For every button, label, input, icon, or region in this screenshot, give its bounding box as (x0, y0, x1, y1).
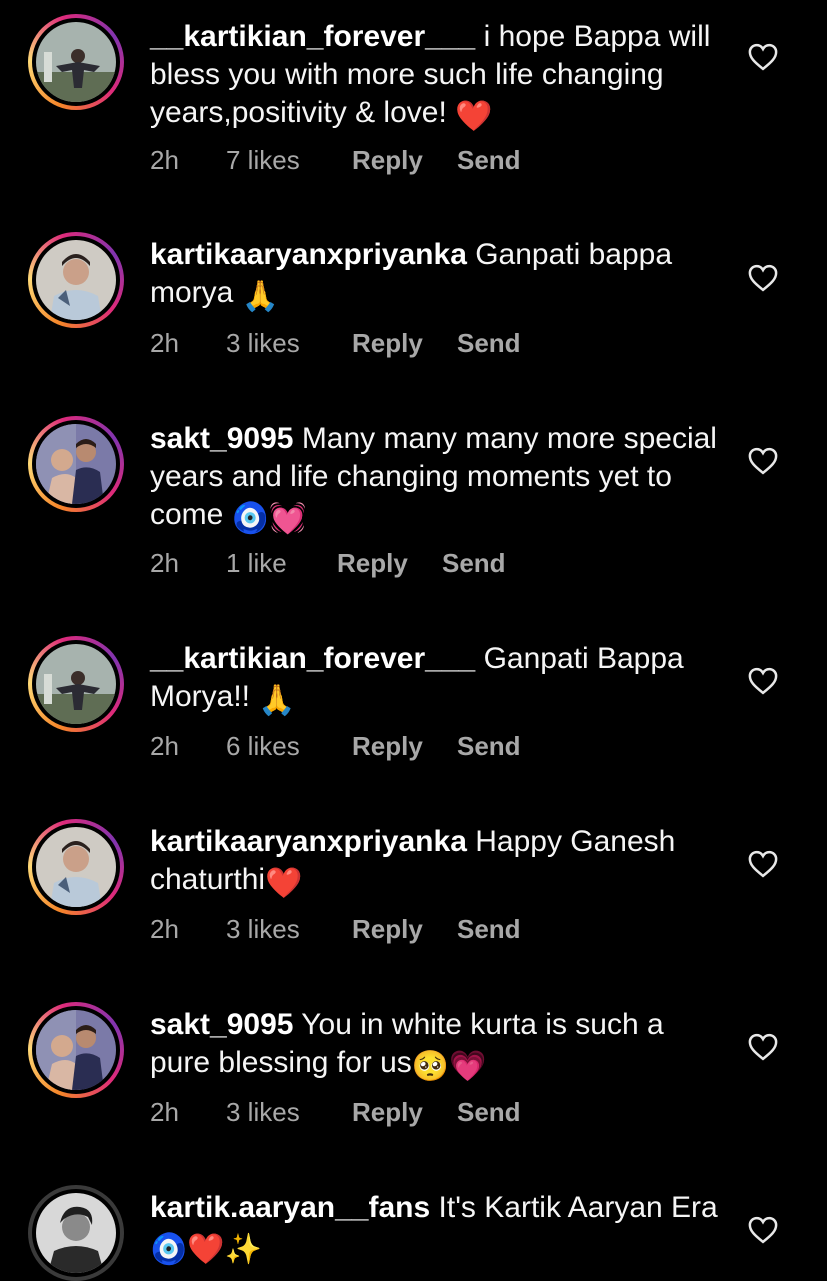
comment-time: 2h (150, 1097, 179, 1127)
comment-username[interactable]: __kartikian_forever___ (150, 642, 475, 675)
send-button[interactable]: Send (457, 731, 521, 762)
comment-emoji: 🙏 (241, 280, 280, 313)
comment-username[interactable]: kartikaaryanxpriyanka (150, 238, 467, 271)
avatar[interactable] (36, 1193, 116, 1273)
heart-outline-icon[interactable] (748, 850, 778, 878)
comment-meta: 2h 7 likes Reply Send (150, 145, 521, 176)
comment-body: kartikaaryanxpriyanka Happy Ganesh chatu… (150, 823, 730, 903)
comment-time: 2h (150, 731, 179, 761)
comment-username[interactable]: kartik.aaryan__fans (150, 1191, 430, 1224)
avatar[interactable] (36, 22, 116, 102)
avatar[interactable] (36, 240, 116, 320)
avatar[interactable] (36, 644, 116, 724)
comment-body: __kartikian_forever___ Ganpati Bappa Mor… (150, 640, 730, 720)
comment-meta: 2h 1 like Reply Send (150, 548, 506, 579)
comment-body: __kartikian_forever___ i hope Bappa will… (150, 18, 730, 136)
heart-outline-icon[interactable] (748, 43, 778, 71)
comment-text: It's Kartik Aaryan Era (438, 1191, 718, 1224)
comment-emoji: 🧿💓 (231, 502, 307, 535)
send-button[interactable]: Send (457, 328, 521, 359)
comment-meta: 2h 3 likes Reply Send (150, 328, 521, 359)
comment-likes[interactable]: 6 likes (226, 731, 352, 762)
reply-button[interactable]: Reply (337, 548, 442, 579)
comment-time: 2h (150, 145, 179, 175)
comment-likes[interactable]: 3 likes (226, 1097, 352, 1128)
comment-emoji: 🧿❤️✨ (150, 1233, 263, 1266)
comment-emoji: 🥺💗 (411, 1050, 487, 1083)
comment-meta: 2h 3 likes Reply Send (150, 914, 521, 945)
heart-outline-icon[interactable] (748, 447, 778, 475)
story-ring[interactable] (28, 1002, 124, 1098)
heart-outline-icon[interactable] (748, 667, 778, 695)
avatar[interactable] (36, 1010, 116, 1090)
reply-button[interactable]: Reply (352, 731, 457, 762)
reply-button[interactable]: Reply (352, 914, 457, 945)
send-button[interactable]: Send (457, 914, 521, 945)
comment-likes[interactable]: 3 likes (226, 914, 352, 945)
comment-emoji: ❤️ (455, 100, 493, 133)
comment-time: 2h (150, 548, 179, 578)
heart-outline-icon[interactable] (748, 1033, 778, 1061)
comment-body: kartikaaryanxpriyanka Ganpati bappa mory… (150, 236, 730, 316)
comment-emoji: ❤️ (265, 867, 303, 900)
story-ring[interactable] (28, 819, 124, 915)
comment-username[interactable]: sakt_9095 (150, 422, 293, 455)
comment-username[interactable]: kartikaaryanxpriyanka (150, 825, 467, 858)
send-button[interactable]: Send (457, 1097, 521, 1128)
comment-likes[interactable]: 3 likes (226, 328, 352, 359)
reply-button[interactable]: Reply (352, 1097, 457, 1128)
comment-likes[interactable]: 1 like (226, 548, 337, 579)
comment-body: sakt_9095 Many many many more special ye… (150, 420, 730, 538)
story-ring[interactable] (28, 14, 124, 110)
heart-outline-icon[interactable] (748, 264, 778, 292)
comment-body: sakt_9095 You in white kurta is such a p… (150, 1006, 730, 1086)
reply-button[interactable]: Reply (352, 145, 457, 176)
story-ring[interactable] (28, 416, 124, 512)
comment-time: 2h (150, 914, 179, 944)
avatar[interactable] (36, 827, 116, 907)
story-ring[interactable] (28, 232, 124, 328)
heart-outline-icon[interactable] (748, 1216, 778, 1244)
comment-username[interactable]: sakt_9095 (150, 1008, 293, 1041)
comment-likes[interactable]: 7 likes (226, 145, 352, 176)
comment-body: kartik.aaryan__fans It's Kartik Aaryan E… (150, 1189, 730, 1269)
reply-button[interactable]: Reply (352, 328, 457, 359)
comment-meta: 2h 3 likes Reply Send (150, 1097, 521, 1128)
comment-time: 2h (150, 328, 179, 358)
send-button[interactable]: Send (457, 145, 521, 176)
comment-username[interactable]: __kartikian_forever___ (150, 20, 475, 53)
avatar-ring[interactable] (28, 1185, 124, 1281)
story-ring[interactable] (28, 636, 124, 732)
comment-meta: 2h 6 likes Reply Send (150, 731, 521, 762)
comment-emoji: 🙏 (258, 684, 296, 717)
avatar[interactable] (36, 424, 116, 504)
send-button[interactable]: Send (442, 548, 506, 579)
